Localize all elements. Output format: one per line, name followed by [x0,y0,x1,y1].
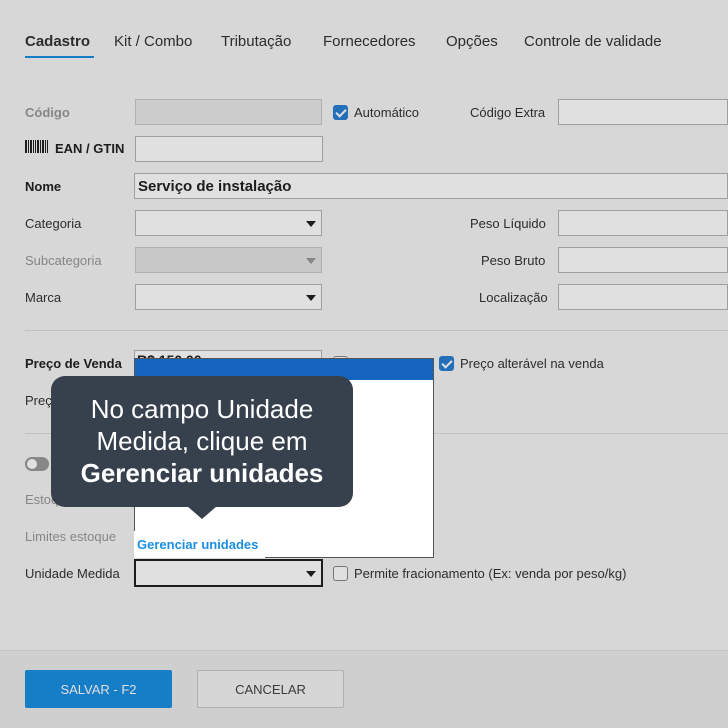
subcategoria-select[interactable] [135,247,322,273]
localizacao-input[interactable] [558,284,728,310]
tooltip-pointer [187,506,217,519]
categoria-label: Categoria [25,216,82,231]
preco-alteravel-label: Preço alterável na venda [460,356,604,371]
peso-liquido-input[interactable] [558,210,728,236]
section-divider [25,330,728,331]
limites-estoque-label: Limites estoque [25,529,117,544]
preco-custo-label: Preç [25,393,52,408]
chevron-down-icon [306,571,316,577]
codigo-label: Código [25,105,70,120]
permite-fracionamento-label: Permite fracionamento (Ex: venda por pes… [354,566,627,581]
codigo-extra-input[interactable] [558,99,728,125]
tooltip-line-3: Gerenciar unidades [80,458,324,488]
peso-bruto-label: Peso Bruto [481,253,546,268]
preco-venda-label: Preço de Venda [25,356,122,371]
marca-label: Marca [25,290,62,305]
tab-cadastro[interactable]: Cadastro [25,33,90,50]
tab-controle-validade[interactable]: Controle de validade [524,33,662,50]
barcode-icon [25,140,48,157]
ean-gtin-label: EAN / GTIN [55,141,125,156]
chevron-down-icon [306,295,316,301]
save-button[interactable]: SALVAR - F2 [25,670,172,708]
tooltip-line-1: No campo Unidade [90,394,314,424]
tab-opcoes[interactable]: Opções [446,33,498,50]
chevron-down-icon [306,221,316,227]
automatico-checkbox[interactable] [333,105,348,120]
nome-input[interactable] [134,173,728,199]
tab-tributacao[interactable]: Tributação [221,33,291,50]
tooltip-line-2: Medida, clique em [96,426,308,456]
controle-estoque-toggle[interactable] [25,457,49,471]
tab-bar: Cadastro Kit / Combo Tributação Forneced… [0,0,728,70]
automatico-label: Automático [354,105,420,120]
tutorial-tooltip: No campo Unidade Medida, clique em Geren… [51,376,353,519]
subcategoria-label: Subcategoria [25,253,102,268]
localizacao-label: Localização [479,290,548,305]
permite-fracionamento-checkbox[interactable] [333,566,348,581]
unidade-medida-select[interactable] [134,559,323,587]
tab-fornecedores[interactable]: Fornecedores [323,33,416,50]
manage-units-link[interactable]: Gerenciar unidades [134,531,265,558]
ean-gtin-input[interactable] [135,136,323,162]
codigo-extra-label: Código Extra [470,105,546,120]
preco-alteravel-checkbox[interactable] [439,356,454,371]
active-tab-indicator [25,56,94,58]
peso-bruto-input[interactable] [558,247,728,273]
marca-select[interactable] [135,284,322,310]
categoria-select[interactable] [135,210,322,236]
codigo-input[interactable] [135,99,322,125]
tab-kit-combo[interactable]: Kit / Combo [114,33,192,50]
chevron-down-icon [306,258,316,264]
peso-liquido-label: Peso Líquido [470,216,546,231]
nome-label: Nome [25,179,62,194]
cancel-button[interactable]: CANCELAR [197,670,344,708]
unidade-medida-label: Unidade Medida [25,566,120,581]
